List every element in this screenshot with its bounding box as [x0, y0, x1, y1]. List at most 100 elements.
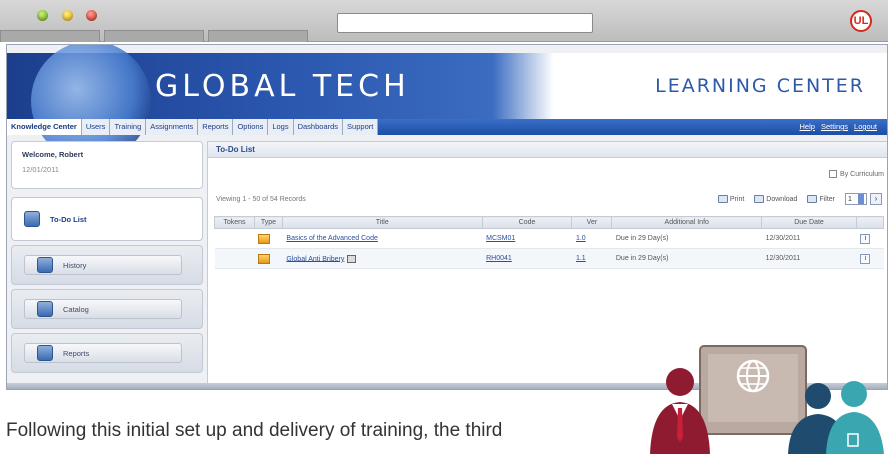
version-cell: 1.1 — [571, 248, 612, 269]
reports-icon — [37, 345, 53, 361]
column-header-type[interactable]: Type — [253, 216, 283, 229]
history-button[interactable]: History — [24, 255, 182, 275]
sidebar-item-todo-list[interactable]: To-Do List — [11, 197, 203, 241]
version-cell: 1.0 — [571, 228, 612, 249]
sidebar-item-label: Catalog — [63, 304, 89, 314]
tab-support[interactable]: Support — [343, 119, 379, 135]
by-curriculum-checkbox[interactable] — [829, 170, 838, 178]
reports-button[interactable]: Reports — [24, 343, 182, 363]
tokens-cell — [214, 228, 255, 249]
column-header-additional-info[interactable]: Additional Info — [611, 216, 763, 229]
sidebar-item-label: To-Do List — [50, 214, 87, 224]
column-header-due-date[interactable]: Due Date — [761, 216, 857, 229]
panel-title: To-Do List — [208, 142, 887, 158]
browser-tab[interactable] — [104, 30, 204, 42]
settings-link[interactable]: Settings — [821, 122, 848, 135]
banner: GLOBAL TECH LEARNING CENTER — [7, 45, 887, 161]
column-header-ver[interactable]: Ver — [571, 216, 613, 229]
action-cell: i — [856, 228, 884, 249]
header-links: Help Settings Logout — [800, 119, 888, 135]
column-header-tokens[interactable]: Tokens — [214, 216, 255, 229]
next-page-button[interactable]: › — [870, 193, 882, 205]
woman-user-icon — [826, 381, 884, 454]
download-button[interactable]: Download — [754, 195, 797, 203]
page-number: 1 — [848, 195, 852, 203]
info-cell: Due in 29 Day(s) — [611, 248, 762, 269]
tab-assignments[interactable]: Assignments — [146, 119, 199, 135]
ul-logo: UL — [850, 10, 872, 32]
type-cell — [254, 248, 283, 269]
sidebar-item-reports[interactable]: Reports — [11, 333, 203, 373]
tab-dashboards[interactable]: Dashboards — [293, 119, 344, 135]
table-row: Basics of the Advanced Code MCSM01 1.0 D… — [214, 228, 884, 249]
sidebar-item-label: History — [63, 260, 87, 270]
table-row: Global Anti Bribery RH0041 1.1 Due in 29… — [214, 248, 884, 269]
pager: 1 › — [845, 193, 882, 205]
logout-link[interactable]: Logout — [854, 122, 877, 135]
sidebar-item-catalog[interactable]: Catalog — [11, 289, 203, 329]
browser-chrome: UL — [0, 0, 888, 42]
tokens-cell — [214, 248, 255, 269]
welcome-date: 12/01/2011 — [22, 165, 59, 174]
window-close-button[interactable] — [86, 10, 97, 21]
course-icon — [258, 253, 271, 264]
table-header: Tokens Type Title Code Ver Additional In… — [214, 216, 885, 229]
monitor-icon — [699, 345, 807, 435]
window-minimize-button[interactable] — [62, 10, 73, 21]
tab-knowledge-center[interactable]: Knowledge Center — [7, 119, 82, 135]
tab-reports[interactable]: Reports — [198, 119, 234, 135]
action-cell: i — [856, 248, 884, 269]
course-title-link[interactable]: Global Anti Bribery — [286, 255, 344, 262]
tab-users[interactable]: Users — [81, 119, 111, 135]
catalog-button[interactable]: Catalog — [24, 299, 182, 319]
filter-icon — [807, 195, 818, 203]
version-link[interactable]: 1.1 — [576, 255, 586, 262]
details-button[interactable]: i — [860, 233, 871, 244]
tab-options[interactable]: Options — [233, 119, 269, 135]
todo-table: Tokens Type Title Code Ver Additional In… — [214, 216, 885, 269]
column-header-code[interactable]: Code — [481, 216, 573, 229]
page-select[interactable]: 1 — [845, 193, 867, 205]
course-code-link[interactable]: MCSM01 — [486, 235, 515, 242]
media-icon — [347, 254, 357, 263]
browser-tab[interactable] — [0, 30, 100, 42]
main-nav: Knowledge Center Users Training Assignme… — [7, 119, 888, 135]
users-computer-illustration — [650, 345, 884, 454]
printer-icon — [717, 195, 728, 203]
sidebar-item-label: Reports — [63, 348, 90, 358]
window-maximize-button[interactable] — [37, 10, 48, 21]
browser-tab[interactable] — [208, 30, 308, 42]
info-cell: Due in 29 Day(s) — [611, 228, 762, 249]
print-label: Print — [729, 195, 745, 203]
download-label: Download — [766, 195, 798, 203]
caption-text: Following this initial set up and delive… — [6, 420, 503, 441]
catalog-icon — [37, 301, 53, 317]
welcome-panel: Welcome, Robert 12/01/2011 — [11, 141, 203, 189]
course-code-link[interactable]: RH0041 — [486, 255, 512, 262]
column-header-actions — [855, 216, 885, 229]
title-cell: Basics of the Advanced Code — [282, 228, 483, 249]
chevron-down-icon — [858, 194, 864, 204]
download-icon — [754, 195, 765, 203]
list-toolbar: Viewing 1 - 50 of 54 Records Print Downl… — [208, 190, 887, 208]
sidebar-item-history[interactable]: History — [11, 245, 203, 285]
by-curriculum-label: By Curriculum — [840, 170, 884, 178]
due-date-cell: 12/30/2011 — [761, 228, 857, 249]
details-button[interactable]: i — [860, 253, 871, 264]
history-icon — [37, 257, 53, 273]
column-header-title[interactable]: Title — [281, 216, 483, 229]
tab-logs[interactable]: Logs — [268, 119, 294, 135]
toolbar-actions: Print Download Filter 1 › — [717, 193, 882, 205]
course-title-link[interactable]: Basics of the Advanced Code — [286, 235, 377, 242]
learning-center-title: LEARNING CENTER — [655, 75, 865, 97]
filter-button[interactable]: Filter — [807, 195, 835, 203]
course-icon — [258, 233, 271, 244]
address-bar[interactable] — [337, 13, 593, 33]
by-curriculum-toggle[interactable]: By Curriculum — [829, 170, 884, 178]
version-link[interactable]: 1.0 — [576, 235, 586, 242]
todo-list-icon — [24, 211, 40, 227]
tab-training[interactable]: Training — [110, 119, 147, 135]
print-button[interactable]: Print — [717, 195, 745, 203]
help-link[interactable]: Help — [800, 122, 815, 135]
type-cell — [254, 228, 283, 249]
